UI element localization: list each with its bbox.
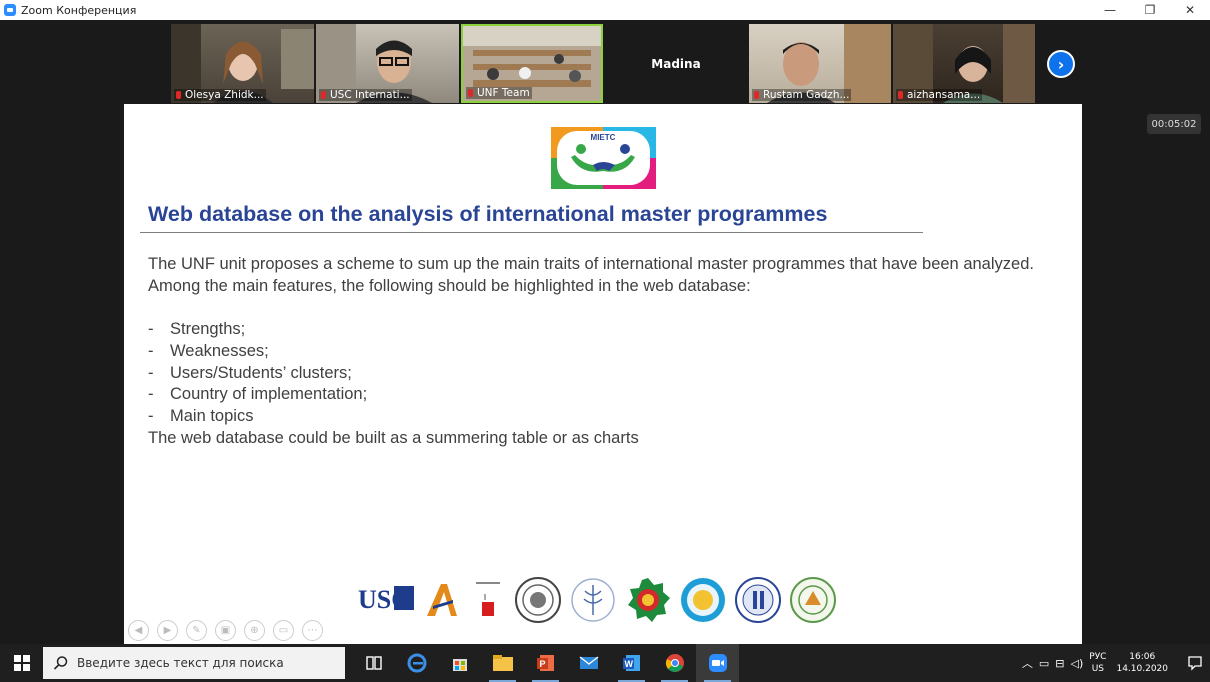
partner-logo-red [476, 582, 500, 616]
participant-name: Olesya Zhidk... [174, 89, 266, 101]
powerpoint-icon[interactable]: P [524, 644, 567, 682]
taskbar-clock[interactable]: 16:06 14.10.2020 [1116, 651, 1168, 675]
list-item: - Weaknesses; [148, 341, 269, 360]
university-seal-icon [571, 578, 615, 622]
university-seal-icon [790, 577, 836, 623]
svg-text:MIETC: MIETC [591, 133, 616, 142]
partner-logos: USC [356, 576, 836, 624]
participant-name: Rustam Gadzh... [752, 89, 852, 101]
search-icon [53, 656, 68, 670]
search-input[interactable] [77, 656, 337, 670]
taskbar-apps: P W [352, 644, 739, 682]
language-indicator[interactable]: РУС US [1089, 651, 1106, 675]
list-item: - Main topics [148, 406, 254, 425]
participant-tile[interactable]: aizhansama... [893, 24, 1035, 103]
pen-icon[interactable]: ✎ [186, 620, 207, 641]
slide-paragraph: Among the main features, the following s… [148, 276, 751, 295]
taskbar-search[interactable] [43, 647, 345, 679]
partner-logo-a [427, 584, 457, 616]
mic-muted-icon [754, 91, 759, 99]
windows-taskbar: P W ︿ ▭ ⊟ ◁) РУС US [0, 644, 1210, 682]
chevron-up-icon[interactable]: ︿ [1022, 655, 1033, 671]
slide-paragraph: The UNF unit proposes a scheme to sum up… [148, 255, 1034, 273]
participant-name: Madina [651, 56, 701, 71]
mail-icon[interactable] [567, 644, 610, 682]
more-options-icon[interactable]: ⋯ [302, 620, 323, 641]
mietc-logo-image: MIETC [551, 127, 656, 189]
university-seal-icon [681, 578, 725, 622]
mietc-logo: MIETC [551, 127, 656, 189]
title-divider [140, 232, 923, 233]
chevron-right-icon: › [1057, 54, 1065, 74]
screen-icon[interactable]: ▭ [273, 620, 294, 641]
mic-muted-icon [176, 91, 181, 99]
participant-tile-active[interactable]: UNF Team [461, 24, 603, 103]
svg-text:W: W [624, 659, 633, 669]
edge-browser-icon[interactable] [395, 644, 438, 682]
mic-muted-icon [468, 89, 473, 97]
next-page-button[interactable]: › [1047, 50, 1075, 78]
slide-body: The UNF unit proposes a scheme to sum up… [148, 254, 1048, 449]
title-bar: Zoom Конференция — ❐ ✕ [0, 0, 1210, 20]
university-seal-icon [628, 578, 670, 622]
slideshow-toolbar: ◀ ▶ ✎ ▣ ⊕ ▭ ⋯ [128, 620, 323, 641]
participant-name: USC Internati... [319, 89, 412, 101]
previous-slide-icon[interactable]: ◀ [128, 620, 149, 641]
notifications-icon[interactable] [1180, 644, 1210, 682]
window-controls: — ❐ ✕ [1090, 0, 1210, 20]
mic-muted-icon [321, 91, 326, 99]
store-icon[interactable] [438, 644, 481, 682]
zoom-icon[interactable]: ⊕ [244, 620, 265, 641]
list-item: - Country of implementation; [148, 385, 368, 404]
restore-button[interactable]: ❐ [1130, 0, 1170, 20]
feature-list: - Strengths; - Weaknesses; - Users/Students… [148, 319, 1048, 428]
participant-name: aizhansama... [896, 89, 983, 101]
slide-closing-text: The web database could be built as a sum… [148, 428, 639, 447]
participant-tile[interactable]: Madina [605, 24, 747, 103]
tray-icons: ︿ ▭ ⊟ ◁) [1022, 655, 1083, 671]
next-slide-icon[interactable]: ▶ [157, 620, 178, 641]
window-title: Zoom Конференция [21, 3, 137, 17]
start-button[interactable] [0, 644, 43, 682]
university-seal-icon [515, 577, 561, 623]
svg-text:P: P [539, 659, 545, 669]
file-explorer-icon[interactable] [481, 644, 524, 682]
participant-tile[interactable]: Olesya Zhidk... [171, 24, 314, 103]
network-icon[interactable]: ⊟ [1055, 657, 1064, 670]
shared-screen-slide: MIETC Web database on the analysis of in… [124, 104, 1082, 644]
battery-icon[interactable]: ▭ [1039, 657, 1049, 670]
task-view-icon[interactable] [352, 644, 395, 682]
usc-logo: USC [356, 582, 414, 616]
close-button[interactable]: ✕ [1170, 0, 1210, 20]
university-seal-icon [735, 577, 781, 623]
participant-tile[interactable]: Rustam Gadzh... [749, 24, 891, 103]
meeting-timer: 00:05:02 [1147, 114, 1201, 134]
volume-icon[interactable]: ◁) [1071, 657, 1084, 670]
slide-title: Web database on the analysis of internat… [148, 202, 828, 226]
participant-tile[interactable]: USC Internati... [316, 24, 459, 103]
slides-overview-icon[interactable]: ▣ [215, 620, 236, 641]
participant-name: UNF Team [466, 87, 532, 99]
zoom-taskbar-icon[interactable] [696, 644, 739, 682]
participant-video-strip: Olesya Zhidk... USC Internati... UNF Tea… [0, 20, 1210, 103]
mic-muted-icon [898, 91, 903, 99]
minimize-button[interactable]: — [1090, 0, 1130, 20]
system-tray: ︿ ▭ ⊟ ◁) РУС US 16:06 14.10.2020 [1022, 644, 1210, 682]
list-item: - Users/Students’ clusters; [148, 363, 352, 382]
windows-logo-icon [13, 655, 30, 671]
zoom-app-icon [4, 4, 16, 16]
zoom-window: Zoom Конференция — ❐ ✕ Olesya Zhidk... U… [0, 0, 1210, 682]
list-item: - Strengths; [148, 320, 246, 339]
word-icon[interactable]: W [610, 644, 653, 682]
chrome-icon[interactable] [653, 644, 696, 682]
